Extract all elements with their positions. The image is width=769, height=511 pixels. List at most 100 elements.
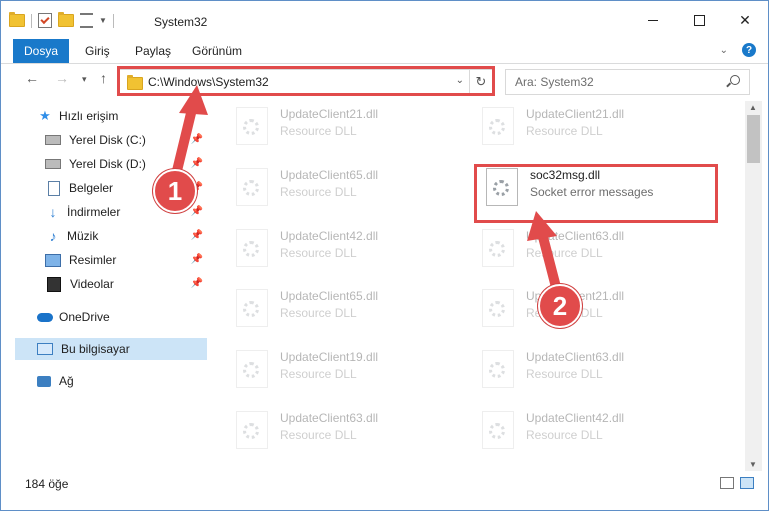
dll-file-icon <box>236 289 268 327</box>
sidebar-item-local-disk-c[interactable]: Yerel Disk (C:) 📌 <box>45 129 207 151</box>
file-item[interactable]: UpdateClient63.dll Resource DLL <box>469 221 699 277</box>
window-title: System32 <box>154 15 208 29</box>
video-film-icon <box>47 276 61 292</box>
search-input[interactable]: Ara: System32 <box>515 75 594 89</box>
file-description: Resource DLL <box>280 246 357 260</box>
file-item[interactable]: UpdateClient21.dll Resource DLL <box>469 281 699 337</box>
new-folder-icon[interactable] <box>58 12 74 27</box>
tab-view[interactable]: Görünüm <box>192 39 242 63</box>
computer-icon <box>37 343 53 355</box>
file-item[interactable]: UpdateClient63.dll Resource DLL <box>469 342 699 398</box>
file-description: Resource DLL <box>526 428 603 442</box>
recent-locations-chevron-icon[interactable]: ▾ <box>82 74 87 85</box>
sidebar-item-label: Hızlı erişim <box>59 109 119 123</box>
sidebar-item-music[interactable]: ♪ Müzik 📌 <box>45 225 207 247</box>
music-note-icon: ♪ <box>49 228 57 244</box>
pin-icon[interactable]: 📌 <box>191 278 203 289</box>
sidebar-item-videos[interactable]: Videolar 📌 <box>45 273 207 295</box>
document-icon <box>48 180 60 196</box>
vertical-scrollbar[interactable]: ▲ ▼ <box>745 101 762 471</box>
sidebar-item-label: Müzik <box>67 229 99 243</box>
sidebar-item-this-pc[interactable]: Bu bilgisayar <box>15 338 207 360</box>
network-icon <box>37 375 51 387</box>
navigation-pane: ★ Hızlı erişim Yerel Disk (C:) 📌 Yerel D… <box>1 101 209 471</box>
navigation-bar: ← → ▾ ↑ C:\Windows\System32 ⌄ ↻ Ara: Sys… <box>1 64 768 96</box>
minimize-button[interactable] <box>630 1 676 39</box>
file-description: Resource DLL <box>280 185 357 199</box>
file-item[interactable]: UpdateClient65.dll Resource DLL <box>223 281 453 337</box>
pin-icon[interactable]: 📌 <box>191 206 203 217</box>
sidebar-item-pictures[interactable]: Resimler 📌 <box>45 249 207 271</box>
pin-icon[interactable]: 📌 <box>191 134 203 145</box>
file-description: Resource DLL <box>280 367 357 381</box>
pin-icon[interactable]: 📌 <box>191 254 203 265</box>
sidebar-item-label: OneDrive <box>59 310 110 324</box>
file-description: Resource DLL <box>526 124 603 138</box>
address-highlight-box <box>117 66 495 96</box>
toolbar-divider <box>31 13 32 28</box>
file-description: Resource DLL <box>280 124 357 138</box>
up-arrow-icon[interactable]: ↑ <box>100 70 107 86</box>
file-name: UpdateClient21.dll <box>526 107 625 121</box>
details-view-icon[interactable] <box>720 477 734 489</box>
help-icon[interactable]: ? <box>742 43 756 57</box>
item-count: 184 öğe <box>25 477 69 491</box>
sidebar-item-network[interactable]: Ağ <box>37 370 207 392</box>
file-name: UpdateClient63.dll <box>526 350 625 364</box>
customize-view-icon[interactable] <box>80 13 93 28</box>
ribbon-controls: ⌄ ? <box>720 43 756 57</box>
tab-home[interactable]: Giriş <box>85 39 110 63</box>
expand-ribbon-icon[interactable]: ⌄ <box>720 45 728 56</box>
sidebar-item-quick-access[interactable]: ★ Hızlı erişim <box>37 105 207 127</box>
scroll-down-icon[interactable]: ▼ <box>749 460 757 469</box>
properties-icon[interactable] <box>38 13 52 28</box>
sidebar-item-label: İndirmeler <box>67 205 121 219</box>
file-name: UpdateClient65.dll <box>280 168 379 182</box>
dll-file-icon <box>482 411 514 449</box>
file-item[interactable]: UpdateClient42.dll Resource DLL <box>223 221 453 277</box>
file-item[interactable]: UpdateClient21.dll Resource DLL <box>469 99 699 155</box>
hard-drive-icon <box>45 159 61 169</box>
dll-file-icon <box>236 350 268 388</box>
ribbon-tabs: Dosya Giriş Paylaş Görünüm ⌄ ? <box>1 39 768 64</box>
view-toggles <box>720 477 754 489</box>
file-name: UpdateClient42.dll <box>526 411 625 425</box>
hard-drive-icon <box>45 135 61 145</box>
pin-icon[interactable]: 📌 <box>191 158 203 169</box>
scroll-thumb[interactable] <box>747 115 760 163</box>
tab-file[interactable]: Dosya <box>13 39 69 63</box>
search-box[interactable]: Ara: System32 <box>505 69 750 95</box>
forward-arrow-icon[interactable]: → <box>55 70 69 86</box>
maximize-button[interactable] <box>676 1 722 39</box>
chevron-down-icon[interactable]: ▼ <box>99 16 107 25</box>
sidebar-item-label: Yerel Disk (C:) <box>69 133 146 147</box>
quick-access-toolbar: ▼ <box>9 12 114 28</box>
large-icons-view-icon[interactable] <box>740 477 754 489</box>
folder-icon <box>9 12 25 27</box>
step-1-badge: 1 <box>153 169 197 213</box>
file-name: UpdateClient42.dll <box>280 229 379 243</box>
pictures-icon <box>45 253 61 267</box>
file-item[interactable]: UpdateClient19.dll Resource DLL <box>223 342 453 398</box>
pin-icon[interactable]: 📌 <box>191 230 203 241</box>
back-arrow-icon[interactable]: ← <box>25 70 39 86</box>
sidebar-item-label: Ağ <box>59 374 74 388</box>
tab-share[interactable]: Paylaş <box>135 39 171 63</box>
file-item[interactable]: UpdateClient63.dll Resource DLL <box>223 403 453 459</box>
file-name: UpdateClient65.dll <box>280 289 379 303</box>
search-icon <box>730 75 740 85</box>
file-item[interactable]: UpdateClient21.dll Resource DLL <box>223 99 453 155</box>
sidebar-item-label: Belgeler <box>69 181 114 195</box>
file-name: UpdateClient21.dll <box>280 107 379 121</box>
scroll-up-icon[interactable]: ▲ <box>749 103 757 112</box>
sidebar-item-onedrive[interactable]: OneDrive <box>37 306 207 328</box>
file-item[interactable]: UpdateClient42.dll Resource DLL <box>469 403 699 459</box>
file-name: UpdateClient63.dll <box>526 229 625 243</box>
close-button[interactable]: ✕ <box>722 1 768 39</box>
window-controls: ✕ <box>630 1 768 39</box>
file-item[interactable]: UpdateClient65.dll Resource DLL <box>223 160 453 216</box>
explorer-window: ▼ System32 ✕ Dosya Giriş Paylaş Görünüm … <box>0 0 769 511</box>
file-description: Resource DLL <box>280 306 357 320</box>
file-highlight-box <box>474 164 718 223</box>
dll-file-icon <box>482 350 514 388</box>
